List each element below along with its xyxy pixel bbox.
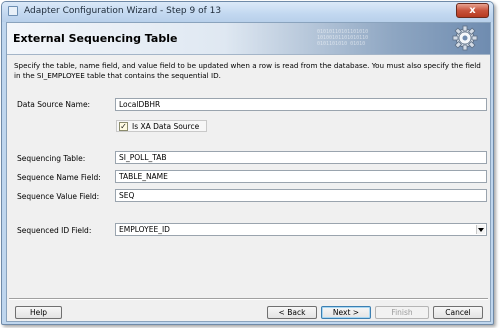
sequence-value-field-input[interactable]: SEQ [115, 189, 487, 202]
gear-icon [452, 25, 478, 51]
sequencing-table-field[interactable]: SI_POLL_TAB [115, 151, 487, 164]
finish-button[interactable]: Finish [375, 306, 429, 319]
dialog-body: External Sequencing Table 01010110101101… [6, 22, 491, 322]
sequenced-id-select-value: EMPLOYEE_ID [119, 225, 170, 234]
sequence-value-field-label: Sequence Value Field: [17, 192, 100, 201]
close-button[interactable]: x [456, 3, 489, 18]
page-title: External Sequencing Table [13, 32, 178, 45]
chevron-down-icon[interactable] [476, 225, 485, 234]
xa-data-source-checkbox[interactable]: ✓ Is XA Data Source [116, 120, 207, 132]
sequenced-id-field-label: Sequenced ID Field: [17, 226, 92, 235]
header-decoration: 01010110101101010 10100101101010110 0101… [317, 29, 368, 47]
instructions-text: Specify the table, name field, and value… [14, 61, 481, 80]
next-button[interactable]: Next > [321, 306, 371, 319]
cancel-button[interactable]: Cancel [433, 306, 483, 319]
checkbox-check-icon[interactable]: ✓ [119, 122, 128, 131]
xa-data-source-label: Is XA Data Source [132, 122, 200, 131]
wizard-window: Adapter Configuration Wizard - Step 9 of… [1, 1, 494, 325]
data-source-label: Data Source Name: [17, 100, 91, 109]
wizard-header: External Sequencing Table 01010110101101… [7, 23, 490, 55]
title-bar[interactable]: Adapter Configuration Wizard - Step 9 of… [2, 2, 493, 22]
data-source-field[interactable]: LocalDBHR [115, 98, 487, 111]
window-app-icon [8, 6, 18, 16]
sequencing-table-label: Sequencing Table: [17, 154, 86, 163]
window-title: Adapter Configuration Wizard - Step 9 of… [24, 6, 222, 16]
button-bar-separator [9, 298, 488, 300]
sequence-name-field-label: Sequence Name Field: [17, 173, 101, 182]
sequence-name-field-input[interactable]: TABLE_NAME [115, 170, 487, 183]
header-decoration-text: 01010110101101010 10100101101010110 0101… [317, 29, 369, 47]
sequenced-id-select[interactable]: EMPLOYEE_ID [115, 223, 487, 236]
help-button[interactable]: Help [15, 306, 62, 319]
back-button[interactable]: < Back [267, 306, 317, 319]
